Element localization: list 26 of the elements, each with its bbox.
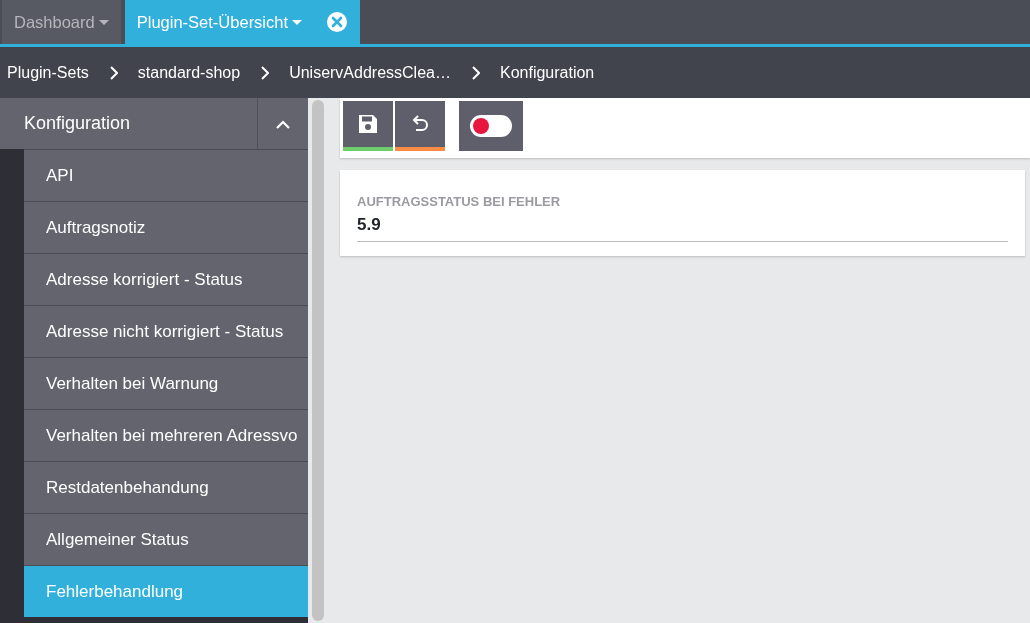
sidebar-item[interactable]: Restdatenbehandung xyxy=(24,461,308,513)
sidebar-title: Konfiguration xyxy=(23,112,131,135)
breadcrumb-link[interactable]: standard-shop xyxy=(137,60,241,85)
sidebar-item[interactable]: Adresse korrigiert - Status xyxy=(24,253,308,305)
breadcrumb-link[interactable]: Plugin-Sets xyxy=(7,60,89,85)
breadcrumb-link[interactable]: Konfiguration xyxy=(499,60,595,85)
chevron-right-icon xyxy=(260,65,270,80)
save-button[interactable] xyxy=(343,101,393,151)
sidebar-item[interactable]: Auftragsnotiz xyxy=(24,201,308,253)
breadcrumb-link[interactable]: UniservAddressClea… xyxy=(289,60,451,85)
sidebar-item[interactable]: Adresse nicht korrigiert - Status xyxy=(24,305,308,357)
undo-icon xyxy=(410,114,430,134)
sidebar-item[interactable]: Allgemeiner Status xyxy=(24,513,308,565)
caret-icon xyxy=(292,19,303,25)
tab[interactable]: Dashboard xyxy=(2,0,121,44)
sidebar-item[interactable]: Verhalten bei mehreren Adressvo xyxy=(24,409,308,461)
sidebar-item[interactable]: Verhalten bei Warnung xyxy=(24,357,308,409)
chevron-right-icon xyxy=(470,65,480,80)
sidebar-item[interactable]: API xyxy=(24,149,308,201)
scrollbar-thumb[interactable] xyxy=(312,100,324,621)
field-label: AUFTRAGSSTATUS BEI FEHLER xyxy=(357,193,562,211)
toggle-switch[interactable] xyxy=(459,101,523,151)
chevron-up-icon xyxy=(276,119,290,129)
chevron-right-icon xyxy=(108,65,118,80)
caret-icon xyxy=(98,19,109,25)
undo-button[interactable] xyxy=(395,101,445,151)
